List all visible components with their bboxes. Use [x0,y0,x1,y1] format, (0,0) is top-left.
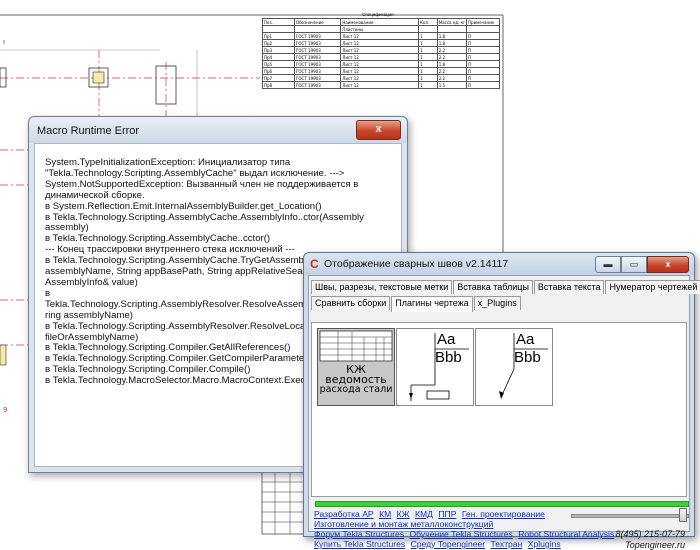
maximize-button[interactable]: ▭ [621,256,647,273]
link-gen-design[interactable]: Ген. проектирование [462,509,545,519]
link-ppr[interactable]: ППР [438,509,456,519]
error-window-title: Macro Runtime Error [37,125,140,137]
opacity-slider-handle[interactable] [679,508,687,522]
table-row: Пр6 ГОСТ 19903 Лист 12 1 2.2 П [262,67,500,75]
link-buy-tekla[interactable]: Купить Tekla Structures [314,539,405,549]
weld-display-plugin-window[interactable]: C Отображение сварных швов v2.14117 ▬ ▭ … [303,252,700,550]
spec-header-cell: Примечание [466,18,500,26]
link-xplugins[interactable]: Xplugins [528,539,561,549]
spec-header-cell: Масса ед. кг [436,18,468,26]
plugin-tile-steel-statement[interactable]: КЖ ведомость расхода стали [317,328,395,406]
plugin-window-title: Отображение сварных швов v2.14117 [324,258,509,270]
website-label: Topengineer.ru [625,540,685,550]
table-grid-icon [319,330,393,362]
spec-group-row: Пластины [262,25,500,33]
progress-bar [315,501,689,507]
link-robot-analysis[interactable]: Robot Structural Analysis [518,529,614,539]
drawing-plugins-panel: КЖ ведомость расхода стали Aa Bbb Aa Bbb [311,322,687,497]
table-row: Пр2 ГОСТ 19903 Лист 12 1 1.8 П [262,39,500,47]
close-button[interactable]: x [356,120,401,140]
tab-x-plugins[interactable]: x_Plugins [473,296,521,310]
link-kzh[interactable]: КЖ [397,509,410,519]
specification-table: Спецификация Поз. Обозначение Наименован… [262,12,500,113]
table-row: Пр1 ГОСТ 19903 Лист 12 1 1.8 П [262,32,500,40]
tab-insert-table[interactable]: Вставка таблицы [453,280,533,294]
link-tekla-forum[interactable]: Форум Tekla Structures [314,529,404,539]
svg-text:9: 9 [3,406,7,414]
table-row: Пр4 ГОСТ 19903 Лист 12 1 2.2 П [262,53,500,61]
plugin-window-body: Швы, разрезы, текстовые метки Вставка та… [308,275,700,550]
tab-welds-sections-labels[interactable]: Швы, разрезы, текстовые метки [311,280,453,294]
plugin-tile-leader-text-diagonal[interactable]: Aa Bbb [475,328,553,406]
plugin-tile-leader-text[interactable]: Aa Bbb [396,328,474,406]
table-row: Пр7 ГОСТ 19903 Лист 12 1 2.2 П [262,74,500,82]
tile-label-line: расхода стали [319,384,393,395]
leader-arrow-icon [409,333,469,401]
minimize-button[interactable]: ▬ [595,256,621,273]
link-topengineer-env[interactable]: Среду Topengineer [411,539,486,549]
link-tekhtran[interactable]: Техтран [491,539,523,549]
error-line: динамической сборке. [45,189,145,201]
tab-insert-text[interactable]: Вставка текста [533,280,605,294]
link-tekla-training[interactable]: Обучение Tekla Structures [410,529,513,539]
spec-header-cell: Поз. [262,18,295,26]
diagonal-leader-icon [499,333,548,399]
tab-drawing-numberer[interactable]: Нумератор чертежей [605,280,700,294]
link-km[interactable]: КМ [379,509,391,519]
tab-drawing-plugins[interactable]: Плагины чертежа [391,296,473,312]
tab-row-2: Сравнить сборки Плагины чертежа x_Plugin… [311,296,522,312]
plugin-window-titlebar[interactable]: C Отображение сварных швов v2.14117 ▬ ▭ … [304,253,694,275]
error-line: в System.Reflection.Emit.InternalAssembl… [45,200,322,212]
table-row: Пр5 ГОСТ 19903 Лист 12 1 1.8 П [262,60,500,68]
spec-header-cell: Кол. [418,18,438,26]
app-logo-icon: C [310,257,319,271]
spec-header-row: Поз. Обозначение Наименование Кол. Масса… [262,18,500,26]
spec-title: Спецификация [362,12,394,17]
spec-group-label: Пластины [340,25,420,33]
tab-row-1: Швы, разрезы, текстовые метки Вставка та… [311,280,700,295]
link-ar[interactable]: Разработка АР [314,509,374,519]
close-button[interactable]: x [647,256,689,273]
spec-header-cell: Наименование [340,18,420,26]
error-line: в Tekla.Technology.Scripting.AssemblyCac… [45,211,364,223]
contact-phone: 8(495) 215-07-79 [615,529,685,539]
tab-compare-assemblies[interactable]: Сравнить сборки [311,296,391,310]
link-manufacturing[interactable]: Изготовление и монтаж металлоконструкций [314,519,493,529]
error-window-titlebar[interactable]: Macro Runtime Error x [29,117,407,143]
table-row: Пр8 ГОСТ 19903 Лист 12 1 1.5 П [262,81,500,89]
link-kmd[interactable]: КМД [415,509,433,519]
table-row: Пр3 ГОСТ 19903 Лист 12 1 2.2 П [262,46,500,54]
spec-header-cell: Обозначение [293,18,342,26]
opacity-slider-track[interactable] [571,514,689,518]
